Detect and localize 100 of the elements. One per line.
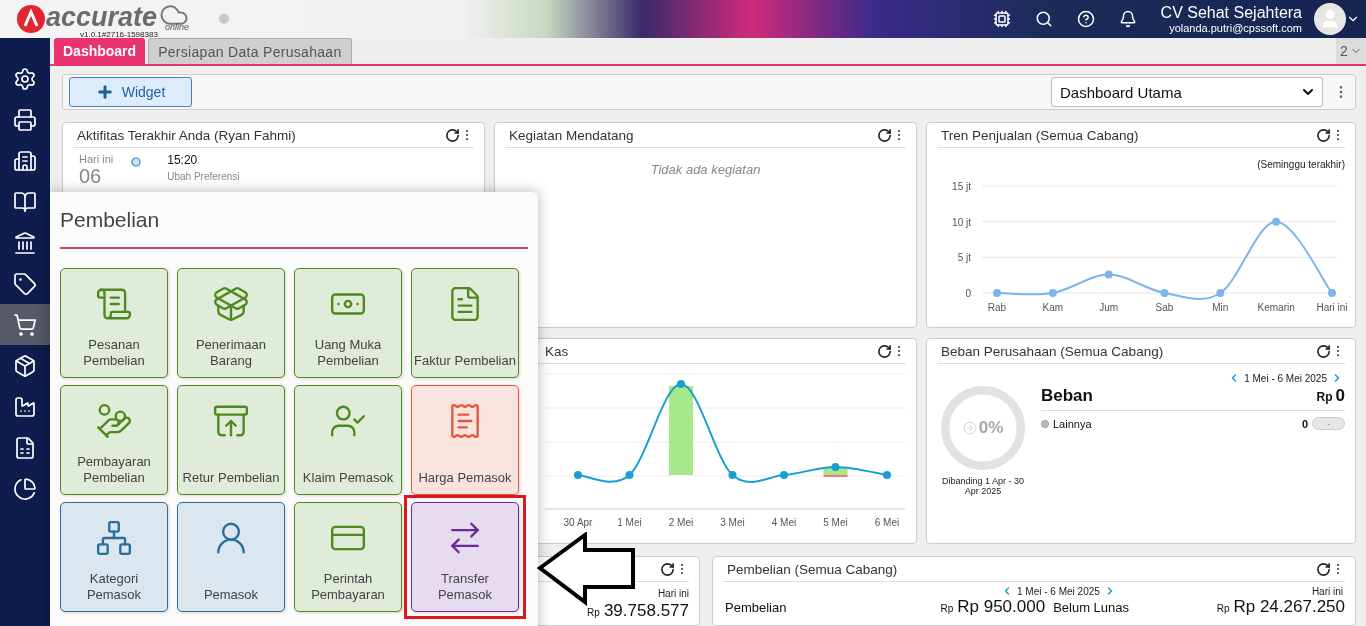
hand-coins-icon	[95, 402, 133, 440]
menu-tile[interactable]: Retur Pembelian	[177, 385, 285, 495]
currency-label: Rp	[587, 607, 600, 618]
axis-category-label: 30 Apr	[563, 517, 593, 528]
legend-value: 0	[1301, 417, 1308, 430]
axis-category-label: 1 Mei	[617, 517, 642, 528]
menu-tile[interactable]: Kategori Pemasok	[60, 502, 168, 612]
sidebar-item[interactable]	[0, 304, 50, 345]
data-point	[993, 289, 1001, 297]
logo-subtitle: online	[165, 21, 190, 32]
data-point	[1104, 270, 1113, 279]
change-pill: -	[1312, 417, 1345, 430]
date-range: 1 Mei - 6 Mei 2025	[1017, 585, 1100, 597]
currency-label: Rp	[1316, 390, 1333, 404]
expense-heading: Beban	[1041, 386, 1093, 406]
tab[interactable]: Persiapan Data Perusahaan	[148, 38, 352, 64]
company-name: CV Sehat Sejahtera	[1160, 4, 1302, 22]
gauge-percent: 0%	[978, 418, 1004, 438]
cash-amount: 39.758.577	[603, 601, 689, 621]
data-point	[1328, 289, 1336, 297]
widget-title: Aktifitas Terakhir Anda (Ryan Fahmi)	[77, 127, 297, 143]
data-point	[728, 471, 737, 479]
axis-category-label: Min	[1212, 302, 1229, 313]
axis-tick-label: 0	[965, 288, 971, 299]
menu-tile[interactable]: Transfer Pemasok	[411, 502, 519, 612]
notification-bell-icon[interactable]	[1118, 10, 1137, 28]
data-point	[1216, 289, 1225, 297]
comparison-text: Dibanding 1 Apr - 30 Apr 2025	[940, 476, 1026, 496]
period-label: Hari ini	[1311, 585, 1343, 597]
axis-category-label: Sab	[1155, 302, 1174, 313]
data-point	[1272, 217, 1281, 226]
dashboard-select[interactable]: Dashboard Utama	[1051, 77, 1323, 107]
activity-note: Ubah Preferensi	[167, 171, 240, 182]
network-icon	[95, 519, 133, 557]
stat-amount: Rp 24.267.250	[1233, 597, 1345, 617]
menu-tile[interactable]: Perintah Pembayaran	[294, 502, 402, 612]
axis-category-label: 3 Mei	[720, 517, 745, 528]
printer-icon	[13, 107, 37, 132]
period-label: (Seminggu terakhir)	[1257, 159, 1345, 170]
data-point	[831, 463, 840, 471]
empty-message: Tidak ada kegiatan	[650, 162, 761, 177]
stat-amount: Rp 950.000	[957, 597, 1046, 617]
stat-label: Belum Lunas	[1053, 600, 1130, 615]
ai-chip-icon[interactable]	[992, 10, 1011, 28]
timeline-dot-icon	[131, 157, 142, 167]
axis-category-label: Hari ini	[1316, 302, 1347, 313]
help-icon[interactable]	[1076, 10, 1095, 28]
logo-text: accurate	[46, 3, 158, 30]
widget-title: Kas	[545, 343, 570, 359]
axis-category-label: Rab	[987, 302, 1007, 313]
refresh-icon[interactable]	[877, 127, 892, 143]
tag-icon	[13, 271, 37, 296]
building-icon	[13, 148, 37, 173]
box-icon	[13, 353, 37, 378]
user-email: yolanda.putri@cpssoft.com	[1169, 22, 1302, 34]
menu-tile[interactable]: Penerimaan Barang	[177, 268, 285, 378]
currency-label: Rp	[1216, 603, 1230, 614]
plus-icon	[95, 83, 114, 101]
refresh-icon[interactable]	[1316, 561, 1331, 577]
axis-tick-label: 15 jt	[952, 181, 971, 192]
widget-title: Beban Perusahaan (Semua Cabang)	[941, 343, 1165, 359]
refresh-icon[interactable]	[1316, 343, 1331, 359]
data-point	[574, 471, 582, 479]
refresh-icon[interactable]	[660, 561, 675, 577]
menu-tile[interactable]: Pemasok	[177, 502, 285, 612]
currency-label: Rp	[940, 603, 954, 614]
stat-label: Pembelian	[725, 600, 787, 615]
axis-category-label: 5 Mei	[823, 517, 848, 528]
bank-icon	[13, 230, 37, 255]
activity-time: 15:20	[167, 153, 199, 167]
tab-count-dropdown[interactable]: 2	[1336, 38, 1366, 64]
period-label: Hari ini	[657, 588, 689, 599]
data-point	[1160, 289, 1169, 297]
add-widget-button[interactable]: Widget	[69, 77, 192, 107]
version-text: v1.0.1#2716-1598383	[80, 29, 159, 39]
arrow-circle-icon	[962, 421, 977, 435]
tab[interactable]: Dashboard	[54, 38, 146, 64]
menu-title: Pembelian	[60, 208, 528, 249]
widget-title: Kegiatan Mendatang	[509, 127, 635, 143]
document-icon	[13, 435, 37, 460]
widget-title: Tren Penjualan (Semua Cabang)	[941, 127, 1140, 143]
menu-tile[interactable]: Uang Muka Pembelian	[294, 268, 402, 378]
avatar-icon[interactable]	[1314, 3, 1346, 35]
axis-category-label: Jum	[1099, 302, 1119, 313]
expense-total: 0	[1335, 386, 1345, 406]
refresh-icon[interactable]	[445, 127, 460, 143]
search-icon[interactable]	[1034, 10, 1053, 28]
axis-tick-label: 10 jt	[952, 216, 971, 228]
refresh-icon[interactable]	[877, 343, 892, 359]
menu-tile[interactable]: Harga Pemasok	[411, 385, 519, 495]
cart-icon	[13, 312, 37, 337]
axis-tick-label: 5 jt	[957, 252, 971, 264]
pie-chart-icon	[13, 476, 37, 501]
menu-tile[interactable]: Pembayaran Pembelian	[60, 385, 168, 495]
book-icon	[13, 189, 37, 214]
axis-category-label: Kemarin	[1257, 302, 1295, 313]
menu-tile[interactable]: Klaim Pemasok	[294, 385, 402, 495]
menu-tile[interactable]: Pesanan Pembelian	[60, 268, 168, 378]
menu-tile[interactable]: Faktur Pembelian	[411, 268, 519, 378]
refresh-icon[interactable]	[1316, 127, 1331, 143]
